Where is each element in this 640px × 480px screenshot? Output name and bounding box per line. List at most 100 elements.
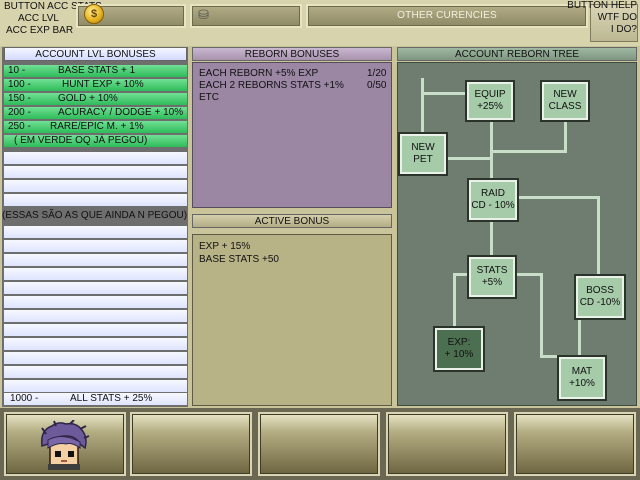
empty-row [4,254,187,266]
node-title: RAID [481,188,505,199]
pending-legend-note: (ESSAS SÃO AS QUE AINDA N PEGOU) [2,210,188,221]
green-legend-row: ( EM VERDE OQ JÁ PEGOU) [4,135,187,147]
account-lvl-title: ACCOUNT LVL BONUSES [4,47,187,61]
tree-connector [564,122,567,153]
lvl-threshold: 250 - [8,121,31,132]
lvl-threshold: 10 - [8,65,26,76]
reborn-bonus-text: ETC [199,92,219,103]
node-value: +10% [569,378,595,389]
reborn-tree-title: ACCOUNT REBORN TREE [397,47,637,61]
empty-row [4,268,187,280]
tree-connector [516,196,599,199]
node-value: CD - 10% [471,200,515,211]
active-bonus-line: EXP + 15% [199,241,251,252]
character-slot-2[interactable] [130,412,252,476]
lvl-bonus-row: 10 - BASE STATS + 1 [4,65,187,77]
lvl-bonus: ALL STATS + 25% [70,393,153,404]
empty-row [4,296,187,308]
node-title: EQUIP [474,89,506,100]
lvl-threshold: 100 - [8,79,31,90]
tree-connector [578,318,581,358]
active-bonus-title: ACTIVE BONUS [192,214,392,228]
node-title: BOSS [586,285,614,296]
empty-row [4,310,187,322]
tree-connector [490,120,493,178]
character-portrait-icon [40,420,90,470]
node-title: NEW [553,89,577,100]
empty-row [4,240,187,252]
tree-connector [490,150,565,153]
tree-connector [516,273,542,276]
tree-connector [597,196,600,276]
help-line-2: WTF DO [597,12,637,23]
node-title: STATS [476,265,508,276]
tree-node-boss[interactable]: BOSS CD -10% [576,276,624,318]
tree-node-mat[interactable]: MAT +10% [559,357,605,399]
lvl-bonus-row: 250 - RARE/EPIC M. + 1% [4,121,187,133]
lvl-bonus: HUNT EXP + 10% [62,79,144,90]
empty-row [4,352,187,364]
reborn-bonus-text: EACH REBORN +5% EXP [199,68,319,79]
tree-node-raid[interactable]: RAID CD - 10% [469,180,517,220]
node-value: + 10% [444,349,474,360]
empty-row [4,380,187,392]
node-value: CD -10% [579,297,621,308]
empty-row [4,338,187,350]
tree-connector [540,355,560,358]
empty-row [4,226,187,238]
silver-coins-icon: ⛁ [198,7,209,22]
tree-connector [453,273,456,328]
character-slot-5[interactable] [514,412,636,476]
lvl-bonus-row: 200 - ACURACY / DODGE + 10% [4,107,187,119]
tree-node-equip[interactable]: EQUIP +25% [467,82,513,120]
reborn-tree-panel [397,62,637,406]
reborn-title: REBORN BONUSES [192,47,392,61]
empty-row [4,282,187,294]
help-button-label: BUTTON HELP [567,0,637,11]
lvl-bonus: ACURACY / DODGE + 10% [58,107,184,118]
lvl-bonus-row: 1000 - ALL STATS + 25% [4,393,187,405]
tree-node-exp[interactable]: EXP: + 10% [435,328,483,370]
tree-connector [490,220,493,258]
reborn-bonus-progress: 0/50 [367,80,387,91]
active-bonus-line: BASE STATS +50 [199,254,279,265]
other-currencies-box: OTHER CURENCIES [306,4,588,28]
tree-node-stats[interactable]: STATS +5% [469,257,515,297]
node-value: +5% [481,277,503,288]
empty-row [4,366,187,378]
lvl-threshold: 150 - [8,93,31,104]
node-value: +25% [477,101,503,112]
tree-connector [421,78,424,134]
character-slot-4[interactable] [386,412,508,476]
character-slot-3[interactable] [258,412,380,476]
tree-connector [446,157,492,160]
empty-row [4,166,187,178]
empty-row [4,152,187,164]
empty-row [4,180,187,192]
lvl-bonus-row: 150 - GOLD + 10% [4,93,187,105]
empty-row [4,194,187,206]
empty-row [4,324,187,336]
reborn-bonus-text: EACH 2 REBORNS STATS +1% [199,80,344,91]
node-value: PET [413,154,433,165]
tree-node-new-pet[interactable]: NEW PET [400,134,446,174]
tree-connector [421,92,469,95]
node-title: NEW [411,142,435,153]
help-text: BUTTON HELP WTF DO I DO? [567,0,637,36]
pending-legend-row: (ESSAS SÃO AS QUE AINDA N PEGOU) [2,210,188,222]
gold-coin-icon: $ [84,4,104,24]
character-slot-1[interactable] [4,412,126,476]
tree-connector [540,273,543,357]
node-title: MAT [571,366,593,377]
lvl-bonus: GOLD + 10% [58,93,118,104]
lvl-bonus-row: 100 - HUNT EXP + 10% [4,79,187,91]
node-value: CLASS [548,101,582,112]
lvl-threshold: 200 - [8,107,31,118]
reborn-bonus-progress: 1/20 [367,68,387,79]
tree-node-new-class[interactable]: NEW CLASS [542,82,588,120]
lvl-bonus: RARE/EPIC M. + 1% [50,121,144,132]
reborn-panel: EACH REBORN +5% EXP 1/20 EACH 2 REBORNS … [192,62,392,208]
active-bonus-panel: EXP + 15% BASE STATS +50 [192,234,392,406]
help-line-3: I DO? [610,24,637,35]
other-currencies-label: OTHER CURENCIES [397,10,497,21]
